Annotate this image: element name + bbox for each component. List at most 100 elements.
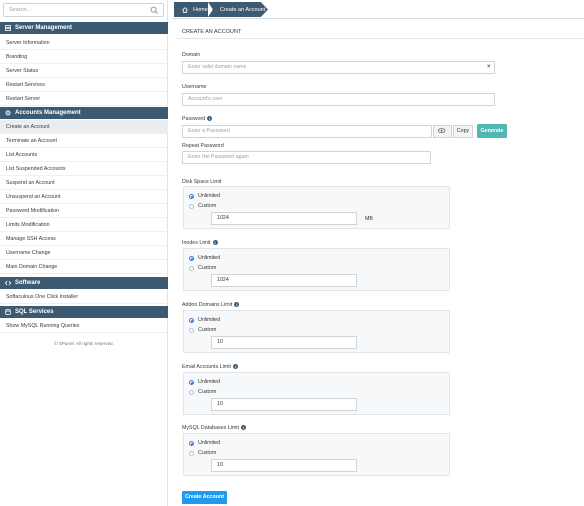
sidebar-item-username-change[interactable]: Username Change <box>0 246 168 260</box>
sidebar-item-unsuspend-account[interactable]: Unsuspend an Account <box>0 190 168 204</box>
info-icon[interactable]: i <box>234 302 240 308</box>
inodes-label-text: Inodes Limit <box>182 240 211 246</box>
inodes-unlimited-label: Unlimited <box>198 255 221 261</box>
sidebar-item-create-account[interactable]: Create an Account <box>0 120 168 134</box>
mysql-label-text: MySQL Databases Limit <box>182 425 239 431</box>
section-sql-services[interactable]: SQL Services <box>0 306 168 318</box>
database-icon <box>5 309 11 315</box>
email-label-text: Email Accounts Limit <box>182 364 231 370</box>
inodes-custom-radio[interactable] <box>189 266 194 271</box>
sidebar-item-limits-modification[interactable]: Limits Modification <box>0 218 168 232</box>
inodes-input[interactable]: 1024 <box>211 274 357 287</box>
disk-unlimited-radio[interactable] <box>189 194 194 199</box>
addon-unlimited-label: Unlimited <box>198 317 221 323</box>
domain-input[interactable]: Enter valid domain name <box>182 61 495 74</box>
disk-custom-radio[interactable] <box>189 204 194 209</box>
mysql-databases-limit-box: Unlimited Custom 10 <box>183 433 450 476</box>
mysql-databases-limit-label: MySQL Databases Limit i <box>182 425 246 431</box>
copyright: © SPanel. All rights reserved. <box>54 341 114 346</box>
mysql-custom-label: Custom <box>198 450 217 456</box>
info-icon[interactable]: i <box>207 116 213 122</box>
username-placeholder: Account's user <box>188 96 223 102</box>
email-unlimited-label: Unlimited <box>198 379 221 385</box>
search-icon[interactable] <box>150 6 159 15</box>
sidebar: Search... Server Management Server Infor… <box>0 0 168 506</box>
disk-custom-label: Custom <box>198 203 217 209</box>
section-title: Software <box>15 280 41 286</box>
breadcrumb-home[interactable]: Home <box>174 2 208 17</box>
repeat-password-placeholder: Enter the Password again <box>188 154 249 160</box>
search-input[interactable]: Search... <box>3 3 164 17</box>
sidebar-item-softaculous[interactable]: Softaculous One Click Installer <box>0 290 168 304</box>
search-placeholder: Search... <box>9 7 32 13</box>
addon-domains-limit-box: Unlimited Custom 10 <box>183 310 450 353</box>
email-accounts-input[interactable]: 10 <box>211 398 357 411</box>
inodes-unlimited-radio[interactable] <box>189 256 194 261</box>
disk-unlimited-label: Unlimited <box>198 193 221 199</box>
breadcrumb-home-label: Home <box>193 6 208 13</box>
addon-domains-input[interactable]: 10 <box>211 336 357 349</box>
sidebar-item-main-domain-change[interactable]: Main Domain Change <box>0 260 168 274</box>
section-title: Server Management <box>15 25 73 31</box>
gear-icon <box>5 110 11 116</box>
server-icon <box>5 25 11 31</box>
repeat-password-input[interactable]: Enter the Password again <box>182 151 431 164</box>
inodes-limit-box: Unlimited Custom 1024 <box>183 248 450 291</box>
home-icon <box>182 6 188 13</box>
disk-unit: MB <box>365 216 373 222</box>
sidebar-item-manage-ssh-access[interactable]: Manage SSH Access <box>0 232 168 246</box>
section-title: Accounts Management <box>15 110 81 116</box>
divider <box>176 38 584 39</box>
email-accounts-limit-label: Email Accounts Limit i <box>182 364 238 370</box>
section-title: SQL Services <box>15 309 54 315</box>
username-input[interactable]: Account's user <box>182 93 495 106</box>
addon-label-text: Addon Domains Limit <box>182 302 233 308</box>
sidebar-item-server-status[interactable]: Server Status <box>0 64 168 78</box>
sidebar-item-list-accounts[interactable]: List Accounts <box>0 148 168 162</box>
info-icon[interactable]: i <box>232 364 238 370</box>
password-input[interactable]: Enter a Password <box>182 125 432 138</box>
sidebar-item-restart-server[interactable]: Restart Server <box>0 92 168 106</box>
page-title: CREATE AN ACCOUNT <box>182 29 242 35</box>
email-custom-radio[interactable] <box>189 390 194 395</box>
breadcrumb: Home Create an Account <box>172 0 584 19</box>
copy-password-button[interactable]: Copy <box>453 125 473 138</box>
section-accounts-management[interactable]: Accounts Management <box>0 107 168 119</box>
sidebar-item-suspend-account[interactable]: Suspend an Account <box>0 176 168 190</box>
sidebar-item-server-information[interactable]: Server Information <box>0 36 168 50</box>
clear-domain-icon[interactable]: × <box>487 64 491 70</box>
mysql-unlimited-label: Unlimited <box>198 440 221 446</box>
password-label: Password i <box>182 116 213 122</box>
disk-space-limit-box: Unlimited Custom 1024 MB <box>183 186 450 229</box>
generate-password-button[interactable]: Generate <box>477 124 507 138</box>
sidebar-item-terminate-account[interactable]: Terminate an Account <box>0 134 168 148</box>
breadcrumb-current: Create an Account <box>208 2 268 17</box>
sidebar-item-restart-services[interactable]: Restart Services <box>0 78 168 92</box>
sidebar-item-mysql-running-queries[interactable]: Show MySQL Running Queries <box>0 319 168 333</box>
sidebar-item-branding[interactable]: Branding <box>0 50 168 64</box>
disk-space-limit-label: Disk Space Limit <box>182 179 222 185</box>
domain-placeholder: Enter valid domain name <box>188 64 247 70</box>
domain-label: Domain <box>182 52 201 58</box>
show-password-button[interactable] <box>433 125 452 138</box>
sidebar-item-password-modification[interactable]: Password Modification <box>0 204 168 218</box>
password-placeholder: Enter a Password <box>188 128 230 134</box>
section-software[interactable]: Software <box>0 277 168 289</box>
mysql-custom-radio[interactable] <box>189 451 194 456</box>
sidebar-item-list-suspended-accounts[interactable]: List Suspended Accounts <box>0 162 168 176</box>
eye-icon <box>437 128 446 134</box>
mysql-unlimited-radio[interactable] <box>189 441 194 446</box>
addon-domains-limit-label: Addon Domains Limit i <box>182 302 240 308</box>
info-icon[interactable]: i <box>212 240 218 246</box>
create-account-button[interactable]: Create Account <box>182 491 227 504</box>
email-custom-label: Custom <box>198 389 217 395</box>
addon-unlimited-radio[interactable] <box>189 318 194 323</box>
section-server-management[interactable]: Server Management <box>0 22 168 34</box>
addon-custom-radio[interactable] <box>189 328 194 333</box>
disk-space-input[interactable]: 1024 <box>211 212 357 225</box>
mysql-databases-input[interactable]: 10 <box>211 459 357 472</box>
info-icon[interactable]: i <box>240 425 246 431</box>
email-unlimited-radio[interactable] <box>189 380 194 385</box>
code-icon <box>5 280 11 286</box>
password-label-text: Password <box>182 116 206 122</box>
